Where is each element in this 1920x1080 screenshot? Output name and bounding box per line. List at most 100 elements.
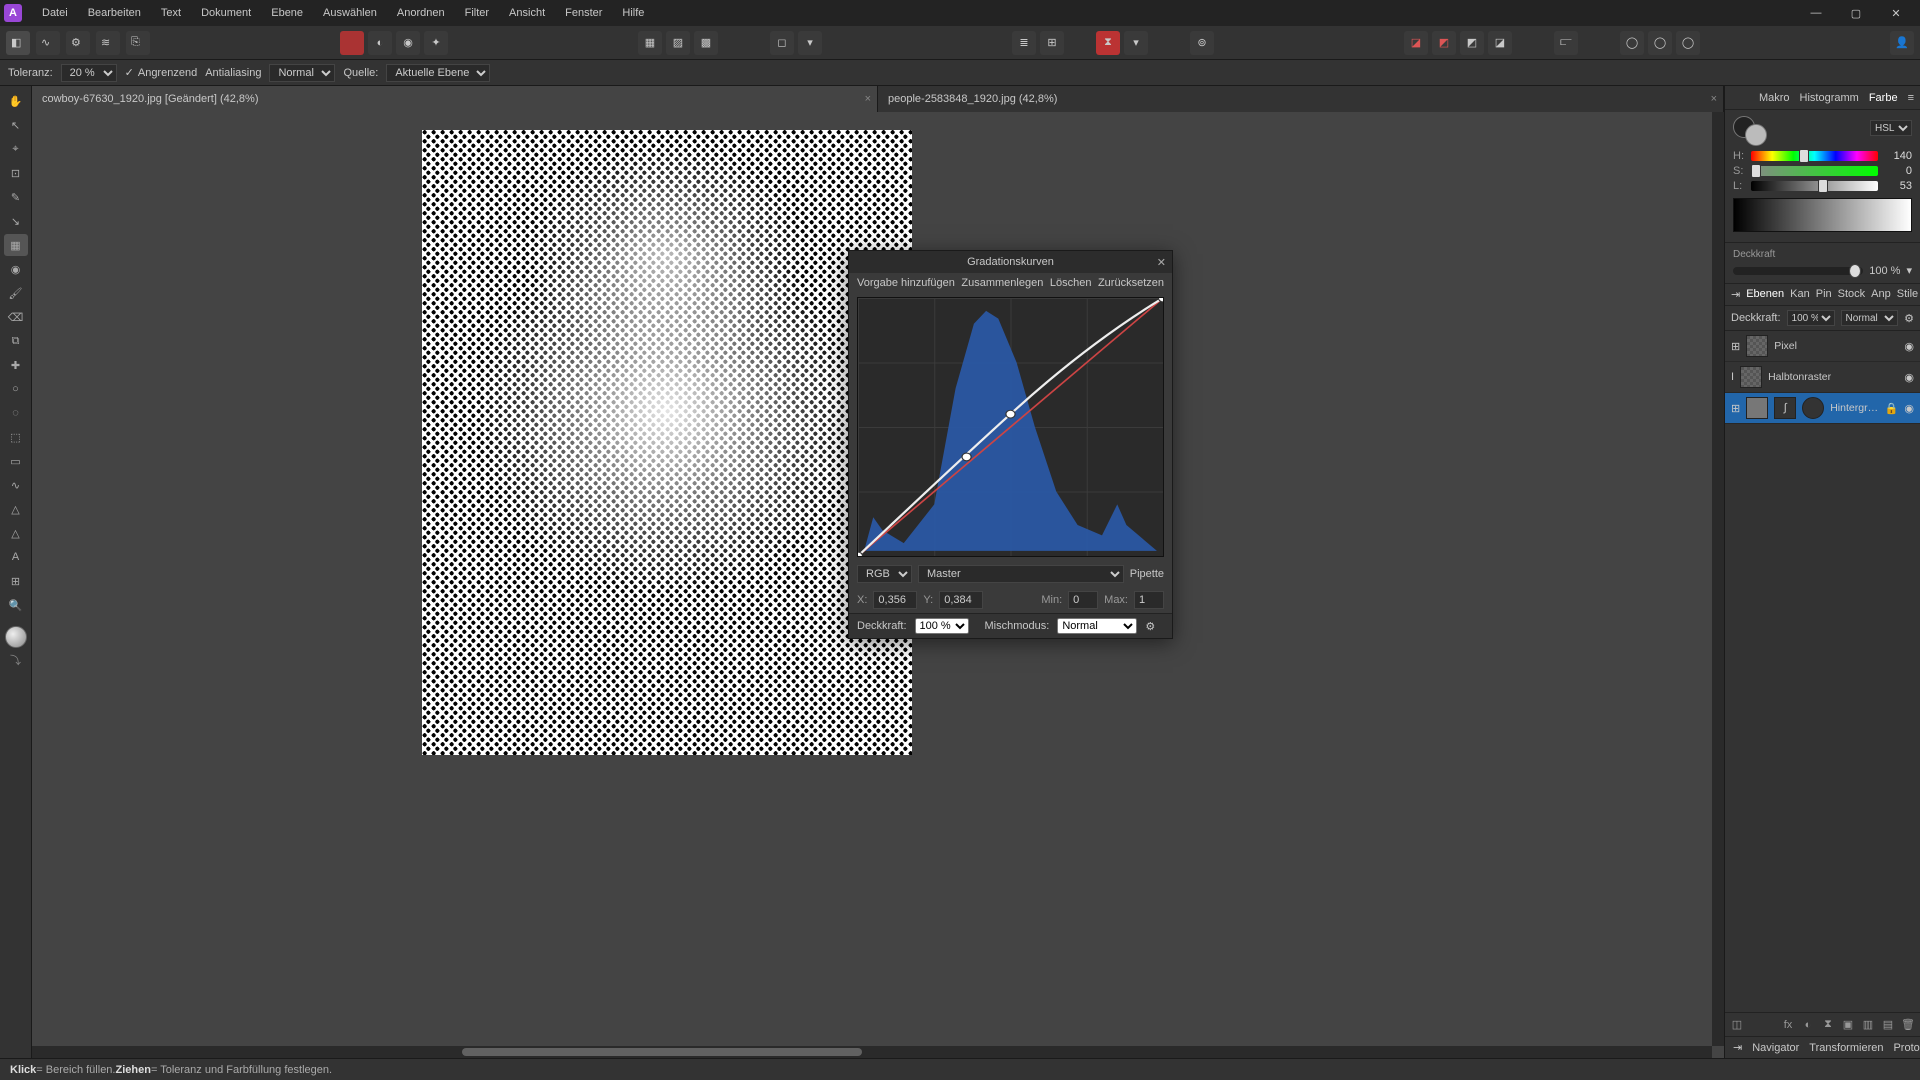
toolbar-globe2-icon[interactable]: ◯: [1648, 31, 1672, 55]
menu-anordnen[interactable]: Anordnen: [387, 3, 455, 23]
adjust-tab[interactable]: Anp: [1871, 288, 1891, 301]
persona-develop-icon[interactable]: ⚙: [66, 31, 90, 55]
toolbar-wand-icon[interactable]: ✦: [424, 31, 448, 55]
curves-close-icon[interactable]: ✕: [1157, 256, 1166, 269]
menu-auswaehlen[interactable]: Auswählen: [313, 3, 387, 23]
panel-menu-icon[interactable]: ≡: [1908, 92, 1914, 104]
curves-opacity-select[interactable]: 100 %: [915, 618, 969, 634]
layer-row[interactable]: ⊞ Pixel ◉: [1725, 331, 1920, 362]
persona-photo-icon[interactable]: ◧: [6, 31, 30, 55]
toolbar-arrange4-icon[interactable]: ◪: [1488, 31, 1512, 55]
toolbar-arrange2-icon[interactable]: ◩: [1432, 31, 1456, 55]
clone-tool-icon[interactable]: ⧉: [4, 330, 28, 352]
close-tab-icon[interactable]: ×: [1711, 93, 1717, 105]
layer-delete-icon[interactable]: 🗑: [1900, 1017, 1916, 1033]
layer-group-icon[interactable]: ▥: [1860, 1017, 1876, 1033]
toolbar-sel1-icon[interactable]: ▦: [638, 31, 662, 55]
panel-tab-farbe[interactable]: Farbe: [1869, 92, 1898, 104]
menu-filter[interactable]: Filter: [455, 3, 499, 23]
layer-visibility-icon[interactable]: ◉: [1904, 340, 1914, 353]
smudge-tool-icon[interactable]: ∿: [4, 474, 28, 496]
layer-visibility-icon[interactable]: ◉: [1904, 371, 1914, 384]
text-tool-icon[interactable]: A: [4, 546, 28, 568]
canvas-image[interactable]: [422, 130, 912, 755]
menu-fenster[interactable]: Fenster: [555, 3, 612, 23]
window-close-button[interactable]: ✕: [1876, 3, 1916, 24]
curves-max-input[interactable]: [1134, 591, 1164, 609]
transform-tab[interactable]: Transformieren: [1809, 1042, 1883, 1054]
layer-crop-icon[interactable]: ▣: [1840, 1017, 1856, 1033]
curves-reset-button[interactable]: Zurücksetzen: [1098, 277, 1164, 289]
hue-slider[interactable]: [1751, 151, 1878, 161]
sharpen-tool-icon[interactable]: △: [4, 498, 28, 520]
panel-collapse-icon[interactable]: ⇥: [1733, 1041, 1742, 1054]
secondary-color-swatch[interactable]: [1745, 124, 1767, 146]
toolbar-arrange1-icon[interactable]: ◪: [1404, 31, 1428, 55]
layer-blend-select[interactable]: Normal: [1841, 310, 1899, 326]
crop-tool-icon[interactable]: ⊡: [4, 162, 28, 184]
curves-master-select[interactable]: Master: [918, 565, 1124, 583]
menu-ansicht[interactable]: Ansicht: [499, 3, 555, 23]
menu-datei[interactable]: Datei: [32, 3, 78, 23]
layer-visibility-icon[interactable]: ◉: [1904, 402, 1914, 415]
curves-settings-icon[interactable]: ⚙: [1145, 620, 1155, 633]
panel-collapse-icon[interactable]: ⇥: [1731, 288, 1740, 301]
color-mode-select[interactable]: HSL: [1870, 120, 1912, 136]
toolbar-globe1-icon[interactable]: ◯: [1620, 31, 1644, 55]
lightness-slider[interactable]: [1751, 181, 1878, 191]
layer-opacity-select[interactable]: 100 %: [1787, 310, 1835, 326]
vertical-scrollbar[interactable]: [1712, 112, 1724, 1046]
curves-x-input[interactable]: [873, 591, 917, 609]
stock-tab[interactable]: Stock: [1838, 288, 1866, 301]
toolbar-swatch-icon[interactable]: [340, 31, 364, 55]
layer-adjust-icon[interactable]: ◐: [1800, 1017, 1816, 1033]
toolbar-assist-icon[interactable]: ⧗: [1096, 31, 1120, 55]
source-select[interactable]: Aktuelle Ebene: [386, 64, 490, 82]
toolbar-circle-icon[interactable]: ◐: [368, 31, 392, 55]
document-tab[interactable]: cowboy-67630_1920.jpg [Geändert] (42,8%)…: [32, 86, 878, 112]
opacity-slider[interactable]: [1733, 267, 1863, 275]
history-tab[interactable]: Protokoll: [1893, 1042, 1920, 1054]
mesh-tool-icon[interactable]: ⊞: [4, 570, 28, 592]
gradient-tool-icon[interactable]: ◉: [4, 258, 28, 280]
layer-add-icon[interactable]: ▤: [1880, 1017, 1896, 1033]
heal-tool-icon[interactable]: ✚: [4, 354, 28, 376]
close-tab-icon[interactable]: ×: [865, 93, 871, 105]
blend-mode-select[interactable]: Normal: [269, 64, 335, 82]
curves-dialog[interactable]: Gradationskurven ✕ Vorgabe hinzufügen Zu…: [848, 250, 1173, 639]
window-maximize-button[interactable]: ▢: [1836, 3, 1876, 24]
curves-graph[interactable]: [857, 297, 1164, 557]
layer-fx-icon[interactable]: fx: [1780, 1017, 1796, 1033]
panel-tab-makro[interactable]: Makro: [1759, 92, 1790, 104]
blur-tool-icon[interactable]: ◌: [4, 402, 28, 424]
move-tool-icon[interactable]: ↖: [4, 114, 28, 136]
layer-settings-icon[interactable]: ⚙: [1904, 312, 1914, 325]
horizontal-scrollbar[interactable]: [32, 1046, 1712, 1058]
toolbar-sel2-icon[interactable]: ▨: [666, 31, 690, 55]
panel-tab-histogramm[interactable]: Histogramm: [1800, 92, 1859, 104]
toolbar-assist-drop-icon[interactable]: ▾: [1124, 31, 1148, 55]
hand-tool-icon[interactable]: ✋: [4, 90, 28, 112]
document-tab[interactable]: people-2583848_1920.jpg (42,8%) ×: [878, 86, 1724, 112]
flood-fill-tool-icon[interactable]: ▦: [4, 234, 28, 256]
menu-text[interactable]: Text: [151, 3, 191, 23]
tolerance-select[interactable]: 20 %: [61, 64, 117, 82]
toolbar-arrange3-icon[interactable]: ◩: [1460, 31, 1484, 55]
toolbar-color-icon[interactable]: ◉: [396, 31, 420, 55]
menu-dokument[interactable]: Dokument: [191, 3, 261, 23]
curves-merge-button[interactable]: Zusammenlegen: [961, 277, 1043, 289]
curves-pipette-button[interactable]: Pipette: [1130, 568, 1164, 580]
curves-add-preset-button[interactable]: Vorgabe hinzufügen: [857, 277, 955, 289]
node-tool-icon[interactable]: ↘: [4, 210, 28, 232]
toolbar-record-icon[interactable]: ⊚: [1190, 31, 1214, 55]
layer-row[interactable]: I Halbtonraster ◉: [1725, 362, 1920, 393]
account-icon[interactable]: 👤: [1890, 31, 1914, 55]
layer-mask-button-icon[interactable]: ◫: [1729, 1017, 1745, 1033]
styles-tab[interactable]: Stile: [1897, 288, 1918, 301]
foreground-color-swatch[interactable]: [5, 626, 27, 648]
layer-lock-icon[interactable]: 🔒: [1885, 402, 1899, 415]
toolbar-quickmask-icon[interactable]: ◻: [770, 31, 794, 55]
saturation-slider[interactable]: [1751, 166, 1878, 176]
toolbar-align-icon[interactable]: ≣: [1012, 31, 1036, 55]
curves-channel-select[interactable]: RGB: [857, 565, 912, 583]
